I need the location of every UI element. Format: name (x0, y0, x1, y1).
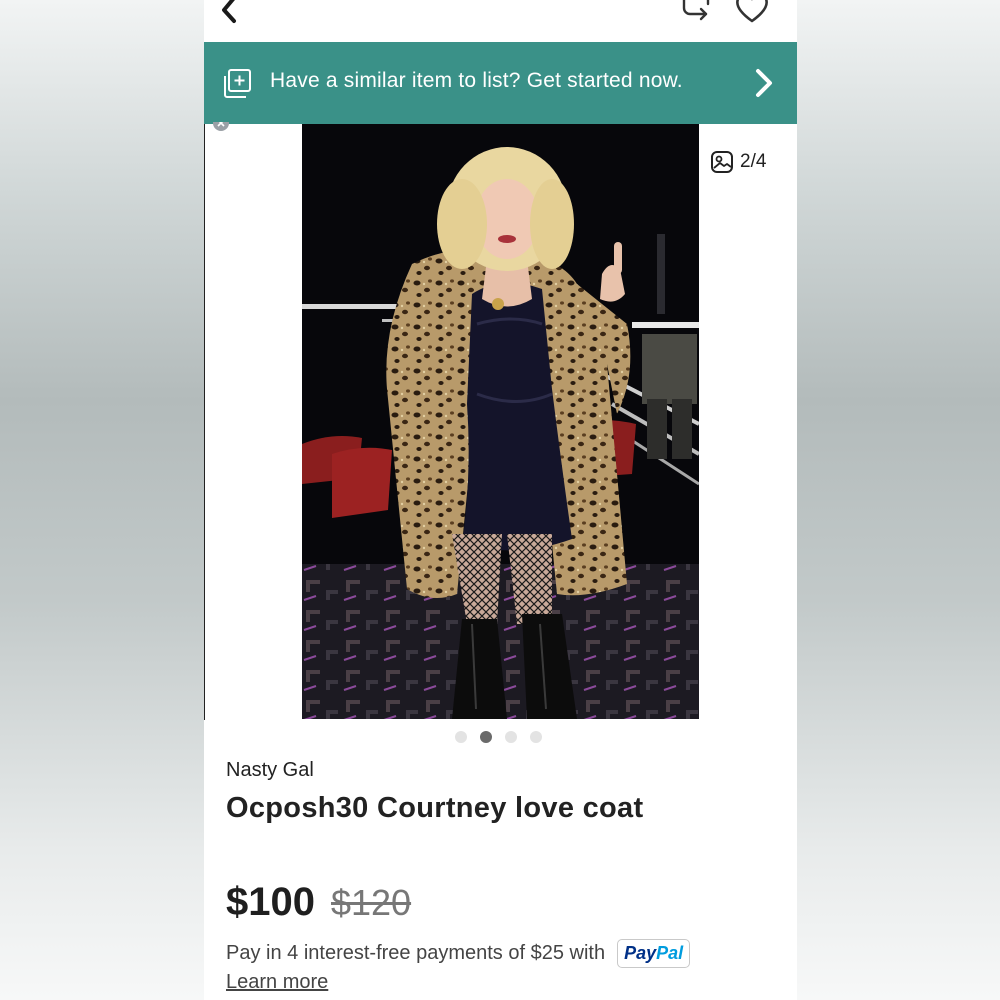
banner-text: Have a similar item to list? Get started… (270, 69, 683, 92)
installments-text: Pay in 4 interest-free payments of $25 w… (226, 942, 606, 964)
paypal-pal: Pal (656, 943, 684, 963)
back-button[interactable] (212, 0, 246, 28)
pagination-dot[interactable] (505, 731, 517, 743)
paypal-logo: Pay Pal (617, 939, 691, 968)
photo-gallery[interactable]: 2/4 (204, 124, 797, 720)
backdrop-left (0, 0, 204, 1000)
heart-icon (736, 0, 768, 23)
share-icon (682, 0, 710, 21)
installments-line: Pay in 4 interest-free payments of $25 w… (226, 939, 691, 968)
learn-more-link[interactable]: Learn more (226, 971, 328, 994)
original-price: $120 (330, 882, 412, 923)
like-button[interactable] (732, 0, 772, 24)
paypal-pay: Pay (624, 943, 657, 963)
product-photo[interactable] (302, 124, 699, 719)
pagination-dot[interactable] (455, 731, 467, 743)
gallery-pagination (455, 731, 542, 743)
chevron-right-icon (752, 66, 776, 100)
brand-name[interactable]: Nasty Gal (226, 759, 314, 782)
close-icon[interactable] (212, 122, 230, 132)
pagination-dot[interactable] (530, 731, 542, 743)
backdrop-right (797, 0, 1000, 1000)
current-price: $100 (226, 880, 315, 924)
photo-counter-text: 2/4 (740, 151, 767, 172)
list-similar-banner[interactable]: Have a similar item to list? Get started… (204, 42, 797, 124)
add-listing-icon (220, 68, 252, 100)
pagination-dot-active[interactable] (480, 731, 492, 743)
listing-title: Ocposh30 Courtney love coat (226, 792, 644, 824)
photo-icon (711, 151, 733, 173)
share-button[interactable] (676, 0, 716, 24)
listing-screen: Have a similar item to list? Get started… (204, 0, 797, 1000)
top-nav-bar (204, 0, 797, 42)
photo-counter: 2/4 (710, 150, 766, 174)
price-row: $100 $120 (226, 880, 411, 925)
back-chevron-icon (222, 0, 236, 23)
gallery-edge (204, 124, 205, 720)
